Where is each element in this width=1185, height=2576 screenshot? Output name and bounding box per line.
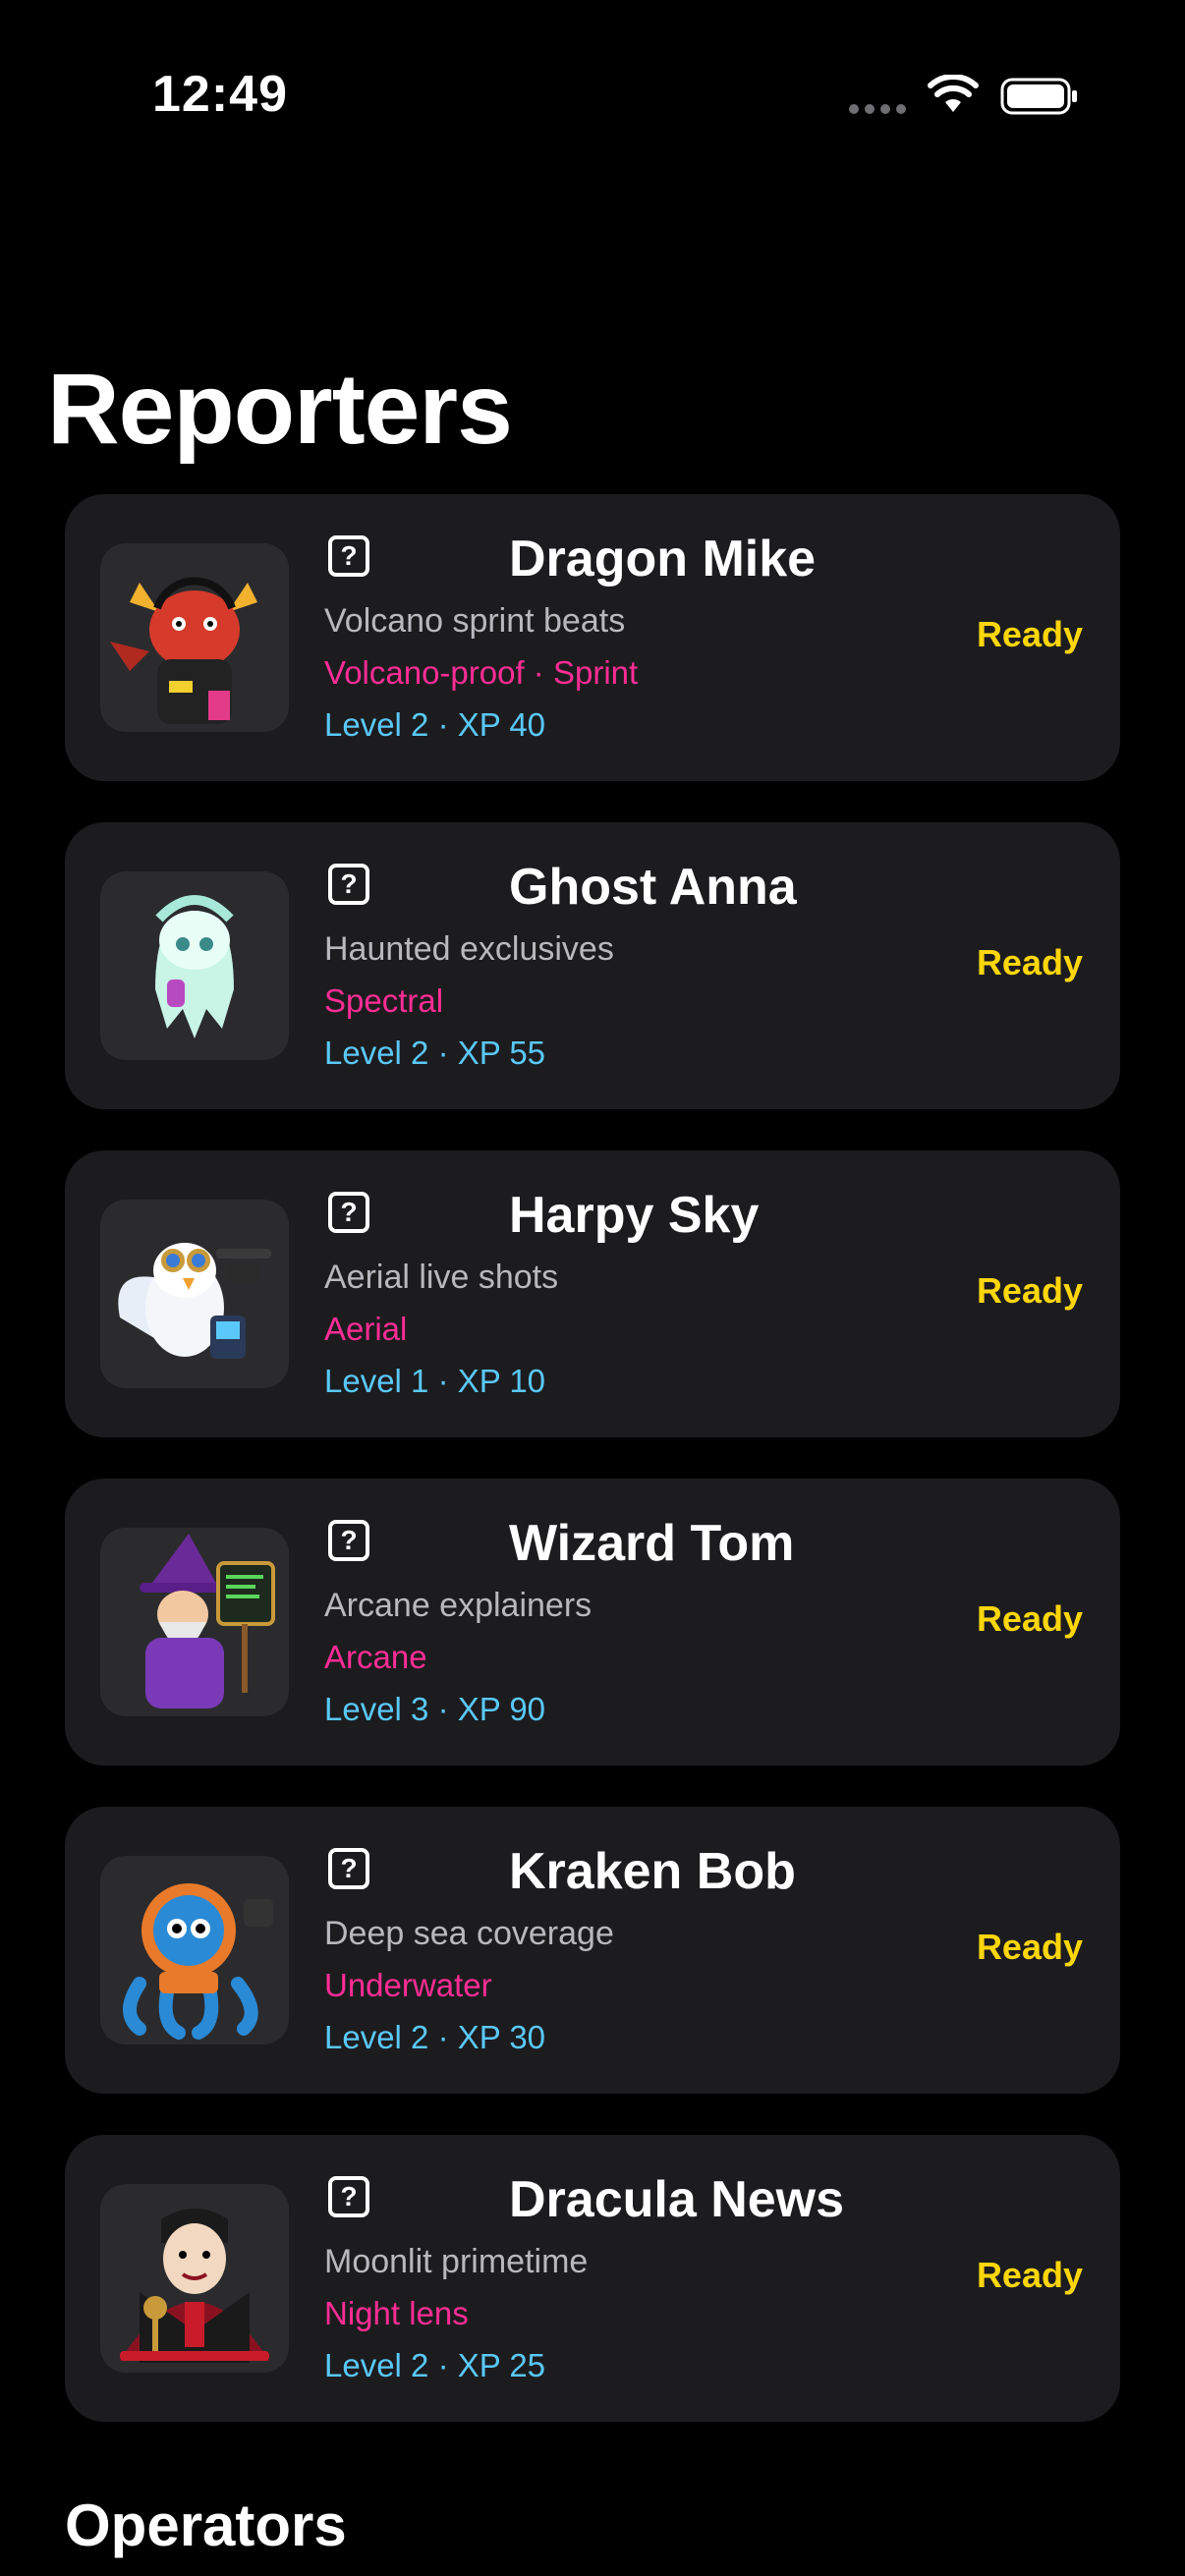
harpy-avatar-icon [100,1200,289,1388]
question-badge-icon: ? [328,1848,369,1889]
reporter-card[interactable]: ? Wizard Tom Arcane explainers Arcane Le… [65,1479,1120,1765]
reporter-traits: Spectral [324,982,444,1019]
status-time: 12:49 [152,66,288,123]
cellular-signal-icon [849,104,906,114]
reporter-traits: Arcane [324,1639,427,1675]
reporter-subtitle: Aerial live shots [324,1259,559,1296]
reporter-card[interactable]: ? Dracula News Moonlit primetime Night l… [65,2135,1120,2422]
page-title: Reporters [47,353,513,465]
reporter-traits: Night lens [324,2295,469,2331]
reporter-name: Ghost Anna [509,859,797,916]
reporter-card[interactable]: ? Kraken Bob Deep sea coverage Underwate… [65,1807,1120,2094]
reporter-subtitle: Moonlit primetime [324,2243,589,2280]
reporter-level: Level 3 · XP 90 [324,1691,546,1727]
question-badge-icon: ? [328,2176,369,2217]
question-badge-icon: ? [328,1192,369,1233]
dracula-avatar-icon [100,2184,289,2373]
reporter-subtitle: Deep sea coverage [324,1915,614,1952]
reporter-level: Level 2 · XP 30 [324,2019,546,2055]
reporter-name: Harpy Sky [509,1187,760,1244]
reporter-name: Dracula News [509,2171,845,2228]
reporter-traits: Underwater [324,1967,492,2003]
reporter-level: Level 2 · XP 55 [324,1035,546,1071]
ghost-avatar-icon [100,871,289,1060]
reporter-status: Ready [976,942,1083,982]
reporter-status: Ready [976,1270,1083,1311]
reporter-card[interactable]: ? Dragon Mike Volcano sprint beats Volca… [65,494,1120,781]
kraken-avatar-icon [100,1856,289,2044]
wifi-icon [928,75,979,112]
dragon-avatar-icon [100,543,289,732]
reporter-status: Ready [976,1927,1083,1967]
reporter-card[interactable]: ? Harpy Sky Aerial live shots Aerial Lev… [65,1150,1120,1437]
question-badge-icon: ? [328,864,369,905]
reporter-level: Level 2 · XP 40 [324,706,546,743]
reporter-traits: Aerial [324,1311,408,1347]
reporter-level: Level 1 · XP 10 [324,1363,546,1399]
reporter-name: Wizard Tom [509,1515,795,1572]
section-title-operators: Operators [65,2492,347,2558]
question-badge-icon: ? [328,535,369,577]
reporter-status: Ready [976,1598,1083,1639]
status-bar: 12:49 [0,0,1185,196]
reporter-card[interactable]: ? Ghost Anna Haunted exclusives Spectral… [65,822,1120,1109]
battery-icon [1000,78,1077,115]
reporter-status: Ready [976,614,1083,654]
reporter-traits: Volcano-proof · Sprint [324,654,639,691]
reporter-name: Dragon Mike [509,531,817,588]
reporter-list: ? Dragon Mike Volcano sprint beats Volca… [65,494,1120,2463]
wizard-avatar-icon [100,1528,289,1716]
reporter-subtitle: Volcano sprint beats [324,602,626,640]
reporter-level: Level 2 · XP 25 [324,2347,546,2383]
reporter-subtitle: Arcane explainers [324,1587,592,1624]
question-badge-icon: ? [328,1520,369,1561]
reporter-subtitle: Haunted exclusives [324,930,614,968]
reporter-name: Kraken Bob [509,1843,796,1900]
reporter-status: Ready [976,2255,1083,2295]
